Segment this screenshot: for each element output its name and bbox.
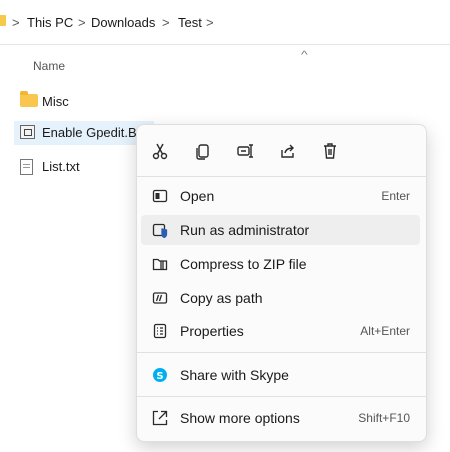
copy-path-icon — [152, 290, 168, 306]
sort-ascending-icon: ^ — [301, 50, 308, 61]
menu-item-label: Run as administrator — [180, 222, 310, 238]
scissors-icon — [152, 143, 168, 160]
menu-item-label: Share with Skype — [180, 367, 289, 383]
menu-item-open[interactable]: Open Enter — [141, 181, 420, 211]
batch-file-icon — [20, 125, 35, 139]
breadcrumb-downloads[interactable]: Downloads — [91, 15, 155, 31]
file-name: Enable Gpedit.BA — [42, 125, 146, 140]
menu-item-label: Properties — [180, 323, 244, 339]
list-item[interactable]: Enable Gpedit.BA — [14, 121, 154, 145]
breadcrumb-test[interactable]: Test — [178, 15, 202, 31]
folder-icon — [0, 15, 6, 26]
menu-item-properties[interactable]: Properties Alt+Enter — [141, 316, 420, 346]
quick-actions-bar — [137, 125, 426, 177]
menu-item-share-skype[interactable]: S Share with Skype — [141, 360, 420, 390]
open-icon — [152, 188, 168, 204]
menu-item-copy-as-path[interactable]: Copy as path — [141, 283, 420, 313]
menu-item-label: Copy as path — [180, 290, 263, 306]
menu-divider — [137, 176, 426, 177]
svg-text:S: S — [156, 371, 163, 382]
file-name: List.txt — [42, 159, 80, 174]
copy-icon — [196, 144, 209, 160]
menu-item-compress-zip[interactable]: Compress to ZIP file — [141, 249, 420, 279]
context-menu: Open Enter Run as administrator Compress… — [136, 124, 427, 442]
copy-button[interactable] — [191, 139, 215, 163]
text-file-icon — [20, 159, 33, 175]
menu-item-label: Compress to ZIP file — [180, 256, 307, 272]
address-bar[interactable]: > This PC > Downloads > Test > — [0, 0, 450, 45]
menu-item-shortcut: Enter — [381, 189, 410, 203]
menu-item-label: Show more options — [180, 410, 300, 426]
breadcrumb-separator: > — [12, 15, 20, 30]
breadcrumb-separator: > — [206, 15, 214, 30]
rename-icon — [237, 144, 253, 158]
more-options-icon — [152, 410, 168, 426]
folder-icon — [20, 91, 38, 107]
menu-item-show-more-options[interactable]: Show more options Shift+F10 — [141, 403, 420, 433]
column-header-name[interactable]: Name — [33, 59, 65, 73]
breadcrumb-separator: > — [162, 15, 170, 30]
trash-icon — [324, 143, 336, 159]
menu-item-label: Open — [180, 188, 215, 204]
breadcrumb-this-pc[interactable]: This PC — [27, 15, 73, 31]
menu-divider — [137, 396, 426, 397]
delete-button[interactable] — [318, 139, 342, 163]
breadcrumb-separator: > — [78, 15, 86, 30]
menu-item-run-as-administrator[interactable]: Run as administrator — [141, 215, 420, 245]
menu-divider — [137, 352, 426, 353]
file-name: Misc — [42, 94, 69, 109]
share-icon — [281, 144, 294, 158]
zip-icon — [152, 256, 168, 272]
list-item[interactable]: Misc — [14, 90, 214, 114]
skype-icon: S — [152, 367, 168, 383]
cut-button[interactable] — [148, 139, 172, 163]
properties-icon — [152, 323, 168, 339]
share-button[interactable] — [276, 139, 300, 163]
menu-item-shortcut: Alt+Enter — [360, 324, 410, 338]
shield-admin-icon — [152, 222, 168, 239]
menu-item-shortcut: Shift+F10 — [358, 411, 410, 425]
rename-button[interactable] — [233, 139, 257, 163]
